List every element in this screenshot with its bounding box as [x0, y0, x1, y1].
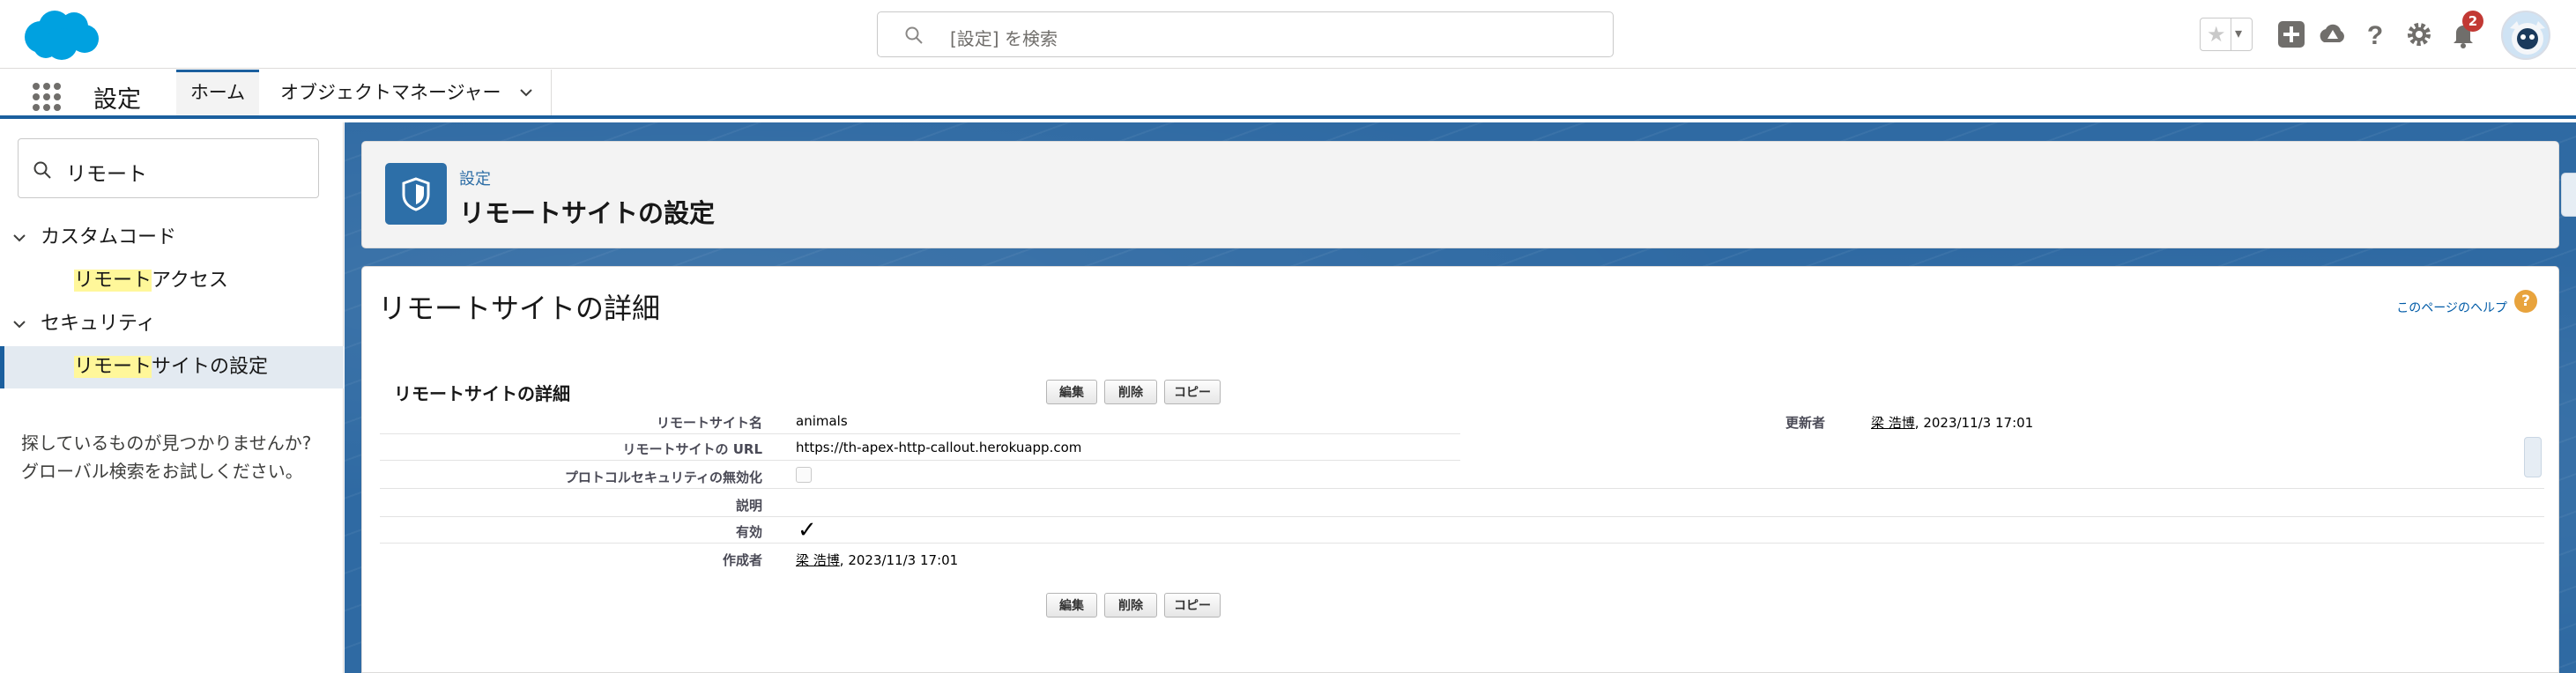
tree-group-label: セキュリティ — [41, 313, 156, 335]
sidebar-item-label-rest: サイトの設定 — [152, 356, 269, 378]
field-row-protocol-security: プロトコルセキュリティの無効化 — [380, 462, 2544, 489]
notification-badge: 2 — [2462, 11, 2483, 32]
field-row-modified-by: 更新者 梁 浩博, 2023/11/3 17:01 — [1614, 408, 2142, 434]
global-header: [設定] を検索 ★ ▾ ? 2 — [0, 0, 2576, 69]
astro-avatar-icon — [2510, 21, 2545, 55]
field-label: 更新者 — [1785, 415, 1825, 431]
star-icon[interactable]: ★ — [2207, 24, 2226, 45]
user-link[interactable]: 梁 浩博 — [796, 552, 840, 568]
search-icon — [33, 161, 51, 179]
field-value: https://th-apex-http-callout.herokuapp.c… — [796, 440, 1082, 455]
app-launcher-icon[interactable] — [32, 82, 62, 112]
sidebar-item-label: リモートサイトの設定 — [74, 346, 268, 388]
favorites-button-group[interactable]: ★ ▾ — [2200, 18, 2253, 51]
breadcrumb[interactable]: 設定 — [459, 166, 491, 189]
content-title: リモートサイトの詳細 — [378, 292, 661, 325]
not-found-message: 探しているものが見つかりませんか? グローバル検索をお試しください。 — [21, 429, 330, 485]
tree-group-security[interactable]: セキュリティ — [0, 307, 344, 342]
sidebar-item-remote-access[interactable]: リモートアクセス — [0, 260, 344, 302]
sidebar-item-label-rest: アクセス — [152, 270, 228, 292]
user-link[interactable]: 梁 浩博 — [1871, 415, 1915, 431]
context-bar: 設定 ホーム オブジェクトマネージャー — [0, 70, 2576, 119]
not-found-line-1: 探しているものが見つかりませんか? — [21, 433, 312, 454]
trailhead-icon[interactable] — [2318, 19, 2348, 49]
setup-sidebar: リモート カスタムコード リモートアクセス セキュリティ リモートサイトの設定 … — [0, 122, 344, 673]
field-label: リモートサイトの URL — [622, 441, 762, 457]
svg-text:?: ? — [2367, 21, 2383, 49]
sidebar-item-label: リモートアクセス — [74, 260, 228, 302]
search-highlight: リモート — [74, 356, 152, 378]
field-label: 有効 — [735, 524, 762, 540]
tab-home-label: ホーム — [189, 82, 246, 103]
side-panel-handle[interactable] — [2524, 437, 2542, 477]
tab-home[interactable]: ホーム — [176, 70, 259, 115]
help-link[interactable]: このページのヘルプ — [2396, 299, 2507, 316]
panel-toggle-handle[interactable] — [2561, 173, 2576, 217]
help-icon[interactable]: ? — [2360, 19, 2390, 49]
field-label: 作成者 — [722, 552, 762, 568]
not-found-line-2: グローバル検索をお試しください。 — [21, 461, 303, 482]
search-highlight: リモート — [74, 270, 152, 292]
edit-button[interactable]: 編集 — [1046, 380, 1097, 404]
shield-icon — [385, 163, 447, 225]
page-header: 設定 リモートサイトの設定 — [361, 141, 2559, 248]
search-icon — [905, 26, 923, 44]
copy-button[interactable]: コピー — [1164, 593, 1221, 618]
field-value: 梁 浩博, 2023/11/3 17:01 — [1871, 413, 2033, 432]
checkmark-icon: ✓ — [798, 517, 817, 544]
created-date: , 2023/11/3 17:01 — [839, 552, 959, 568]
salesforce-logo[interactable] — [19, 7, 102, 63]
help-icon[interactable]: ? — [2514, 290, 2537, 313]
field-value: 梁 浩博, 2023/11/3 17:01 — [796, 551, 958, 569]
global-search-input[interactable]: [設定] を検索 — [877, 11, 1614, 57]
field-row-created-by: 作成者 梁 浩博, 2023/11/3 17:01 — [380, 545, 2544, 572]
tree-group-label: カスタムコード — [41, 226, 177, 248]
avatar[interactable] — [2501, 11, 2550, 60]
add-icon[interactable] — [2276, 19, 2306, 49]
chevron-down-icon[interactable] — [12, 231, 26, 245]
field-row-active: 有効 ✓ — [380, 517, 2544, 544]
page-title: リモートサイトの設定 — [459, 198, 716, 228]
content-panel: リモートサイトの詳細 このページのヘルプ ? リモートサイトの詳細 編集 削除 … — [361, 266, 2559, 673]
tab-object-manager-label: オブジェクトマネージャー — [280, 82, 501, 103]
delete-button[interactable]: 削除 — [1104, 380, 1157, 404]
copy-button[interactable]: コピー — [1164, 380, 1221, 404]
search-placeholder: [設定] を検索 — [950, 28, 1058, 49]
section-title: リモートサイトの詳細 — [394, 383, 570, 404]
quick-find-value: リモート — [66, 163, 147, 186]
field-label: プロトコルセキュリティの無効化 — [564, 470, 762, 485]
field-row-url: リモートサイトの URL https://th-apex-http-callou… — [380, 434, 1460, 461]
gear-icon[interactable] — [2404, 19, 2434, 49]
field-label: 説明 — [735, 498, 762, 514]
quick-find-input[interactable]: リモート — [18, 138, 319, 198]
sidebar-item-remote-site-settings[interactable]: リモートサイトの設定 — [0, 346, 344, 388]
chevron-down-icon[interactable] — [519, 85, 533, 100]
edit-button[interactable]: 編集 — [1046, 593, 1097, 618]
chevron-down-icon[interactable]: ▾ — [2235, 25, 2242, 41]
app-name: 設定 — [93, 86, 141, 114]
tab-object-manager[interactable]: オブジェクトマネージャー — [264, 70, 552, 115]
modified-date: , 2023/11/3 17:01 — [1914, 415, 2034, 431]
chevron-down-icon[interactable] — [12, 317, 26, 331]
field-row-site-name: リモートサイト名 animals — [380, 408, 1460, 434]
field-value: animals — [796, 413, 848, 429]
field-row-description: 説明 — [380, 491, 2544, 517]
tree-group-custom-code[interactable]: カスタムコード — [0, 220, 344, 255]
field-label: リモートサイト名 — [656, 415, 762, 431]
checkbox-unchecked — [796, 467, 812, 483]
delete-button[interactable]: 削除 — [1104, 593, 1157, 618]
